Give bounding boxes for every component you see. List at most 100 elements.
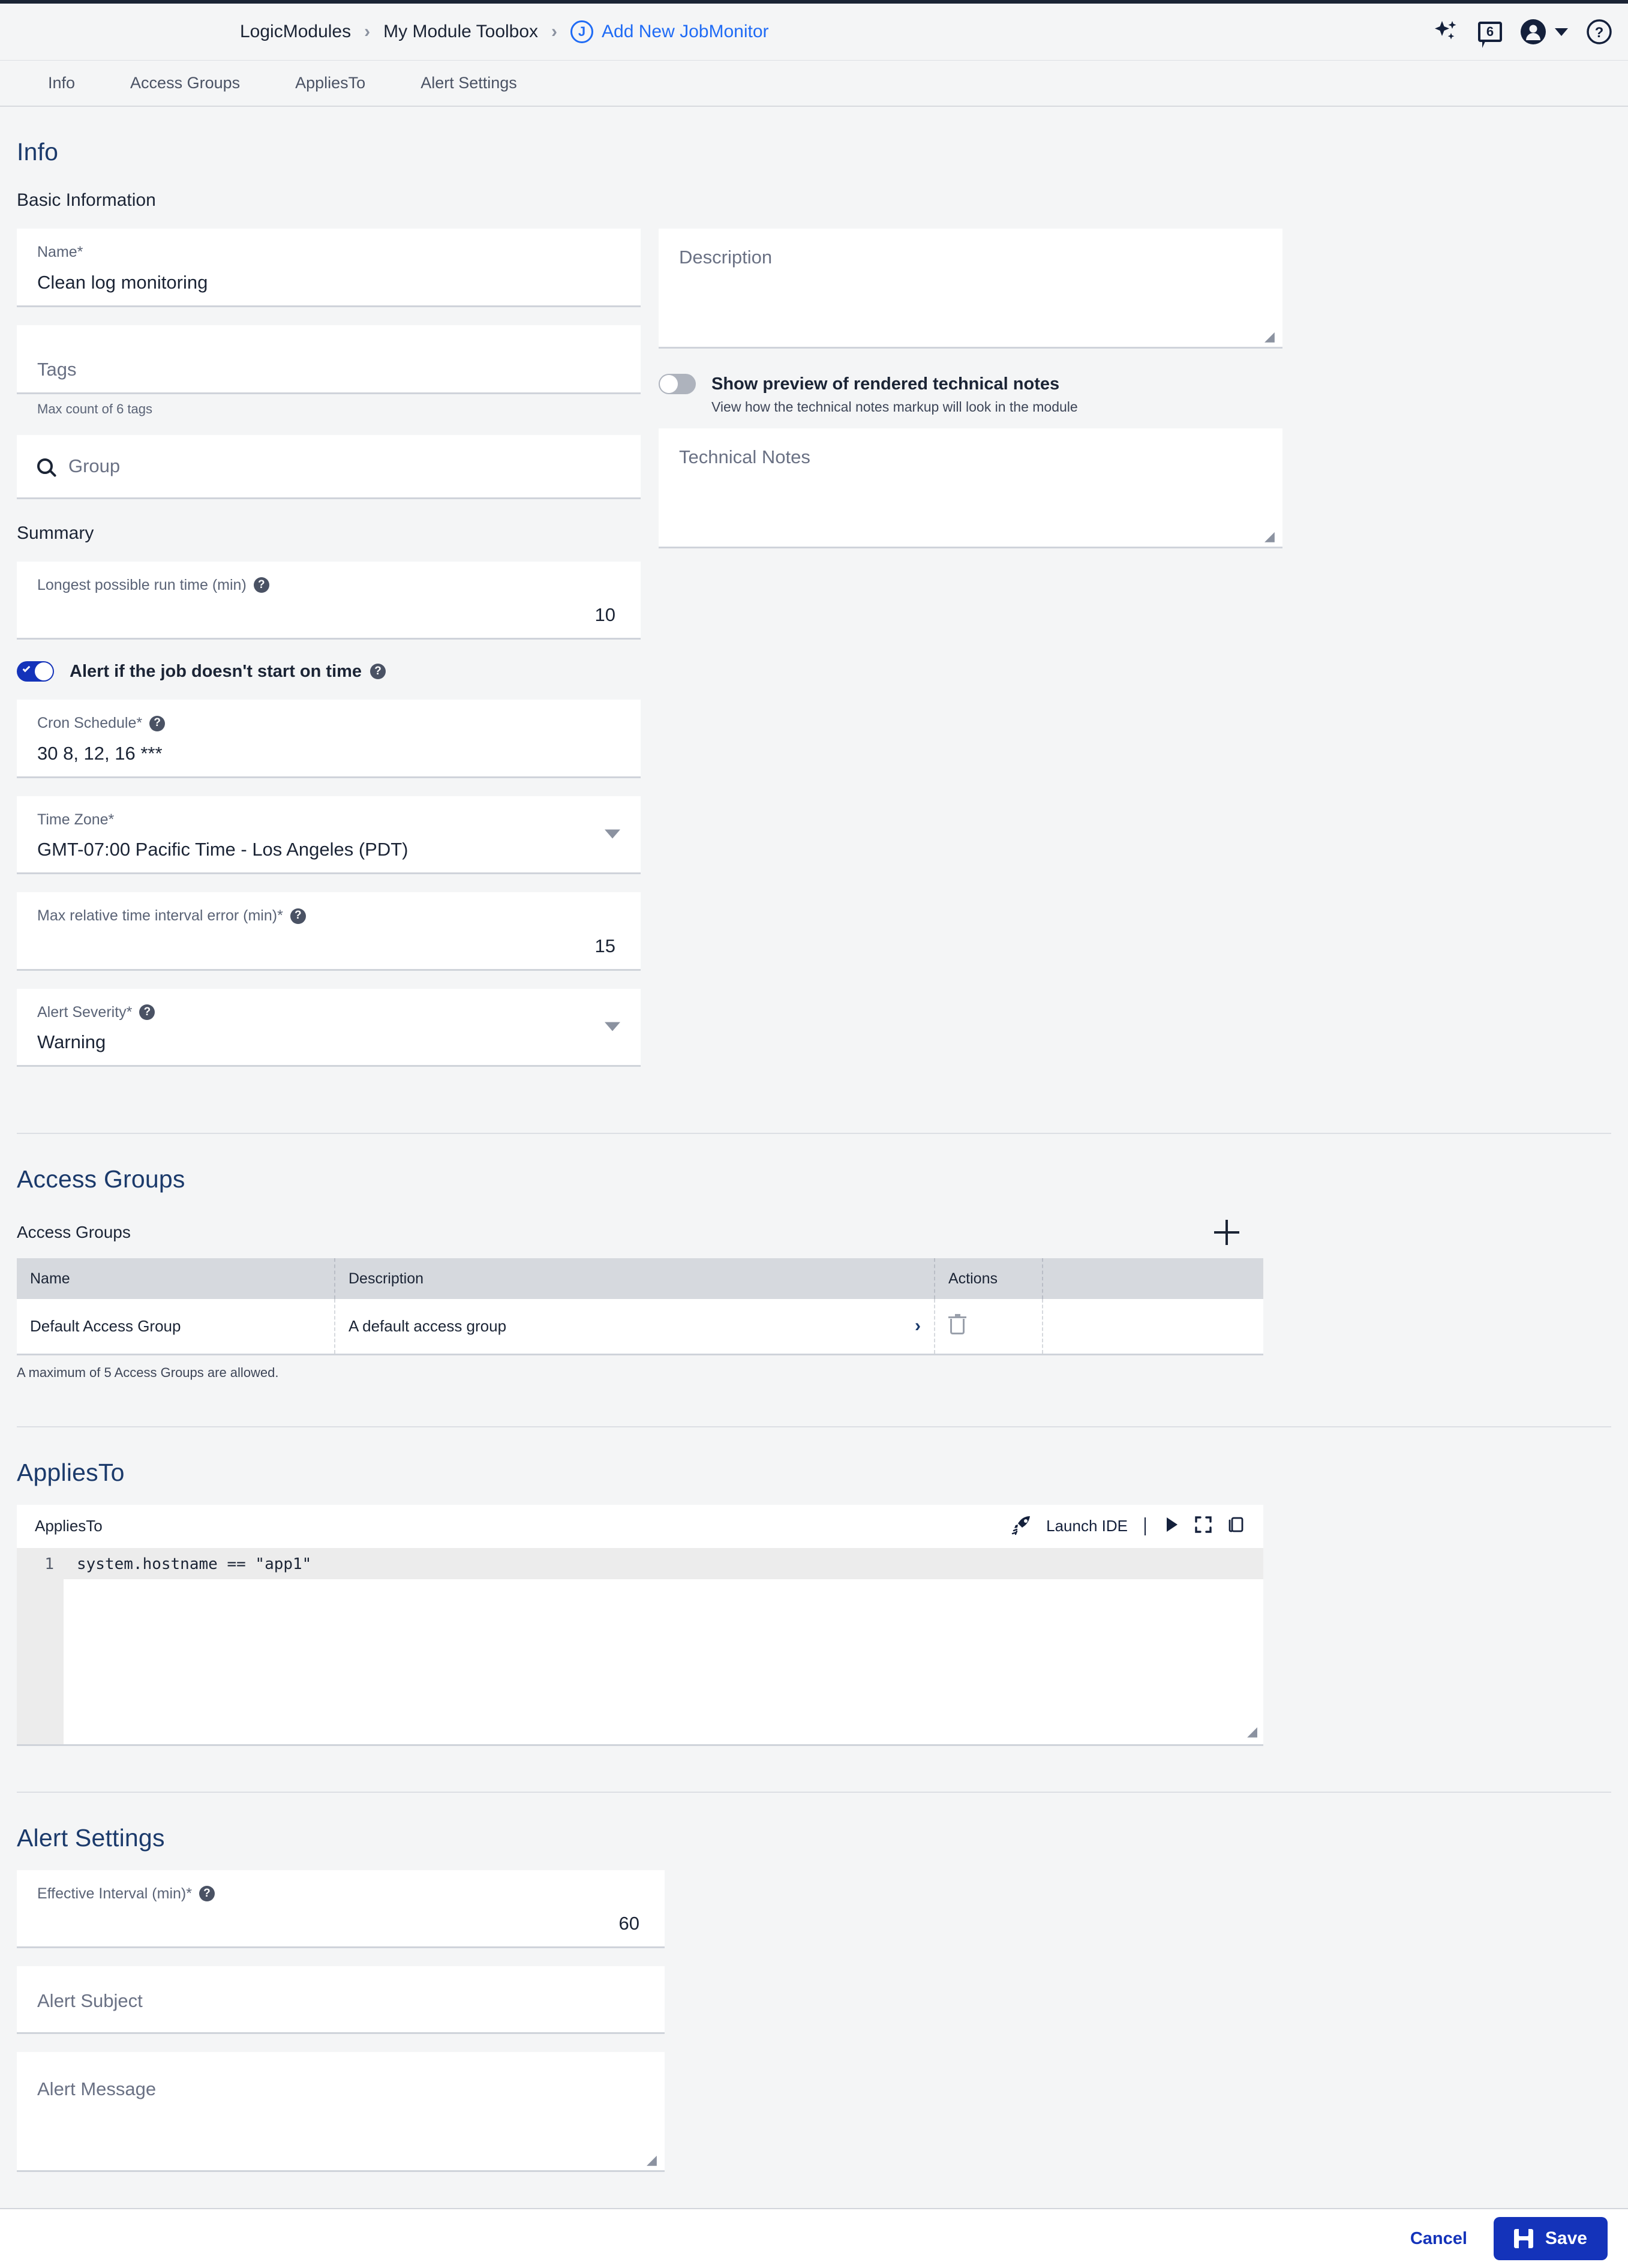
tab-applies-to[interactable]: AppliesTo <box>268 74 393 92</box>
name-label: Name* <box>37 244 83 260</box>
cell-actions <box>935 1299 1043 1355</box>
table-header-row: Name Description Actions <box>17 1258 1263 1299</box>
alert-severity-label: Alert Severity* ? <box>37 1004 620 1021</box>
save-button[interactable]: Save <box>1493 2217 1608 2260</box>
resize-handle-icon[interactable]: ◢ <box>647 2153 659 2167</box>
editor-label: AppliesTo <box>35 1517 103 1535</box>
notification-icon[interactable]: 6 <box>1478 22 1502 48</box>
alert-message-input[interactable]: Alert Message <box>37 2078 644 2100</box>
tags-helper-text: Max count of 6 tags <box>37 401 152 416</box>
breadcrumb-parent[interactable]: My Module Toolbox <box>383 22 538 42</box>
column-header-description: Description <box>335 1258 935 1299</box>
group-field[interactable]: Group <box>17 434 641 499</box>
toggle-knob <box>660 375 678 393</box>
tech-notes-preview-toggle[interactable] <box>659 374 696 394</box>
alert-settings-column: Effective Interval (min)* ? 60 Alert Sub… <box>17 1870 665 2172</box>
breadcrumb-root[interactable]: LogicModules <box>240 22 351 42</box>
resize-handle-icon[interactable]: ◢ <box>1247 1724 1257 1739</box>
breadcrumb-separator-2: › <box>551 22 558 41</box>
resize-handle-icon[interactable]: ◢ <box>1264 330 1276 343</box>
access-groups-table: Name Description Actions Default Access … <box>17 1258 1263 1355</box>
access-groups-table-header-row: Access Groups <box>17 1220 1611 1245</box>
group-input[interactable]: Group <box>68 455 120 477</box>
cancel-button[interactable]: Cancel <box>1410 2229 1467 2249</box>
longest-run-time-input[interactable]: 10 <box>37 604 620 627</box>
effective-interval-label: Effective Interval (min)* ? <box>37 1885 644 1903</box>
time-zone-label: Time Zone* <box>37 811 115 828</box>
max-interval-error-label-text: Max relative time interval error (min)* <box>37 907 283 924</box>
tags-field[interactable]: Tags <box>17 325 641 394</box>
table-row[interactable]: Default Access Group A default access gr… <box>17 1299 1263 1355</box>
cron-schedule-field[interactable]: Cron Schedule* ? 30 8, 12, 16 *** <box>17 700 641 778</box>
save-icon <box>1513 2229 1533 2248</box>
add-access-group-button[interactable] <box>1214 1220 1239 1245</box>
resize-handle-icon[interactable]: ◢ <box>1264 530 1276 543</box>
section-title-alert-settings: Alert Settings <box>17 1823 165 1852</box>
longest-run-time-label: Longest possible run time (min) ? <box>37 577 620 594</box>
alert-if-not-started-toggle[interactable] <box>17 661 54 682</box>
launch-ide-button[interactable]: Launch IDE <box>1046 1517 1128 1535</box>
delete-icon[interactable] <box>948 1313 966 1334</box>
info-left-column: Name* Clean log monitoring Tags Max coun… <box>17 211 641 1067</box>
alert-severity-select[interactable]: Warning <box>37 1031 620 1054</box>
help-icon[interactable]: ? <box>290 908 306 924</box>
time-zone-select[interactable]: GMT-07:00 Pacific Time - Los Angeles (PD… <box>37 839 620 862</box>
info-columns: Name* Clean log monitoring Tags Max coun… <box>17 211 1611 1067</box>
page-root: LogicModules › My Module Toolbox › J Add… <box>0 0 1628 2268</box>
max-interval-error-input[interactable]: 15 <box>37 935 620 958</box>
name-field[interactable]: Name* Clean log monitoring <box>17 229 641 307</box>
help-icon[interactable]: ? <box>199 1886 215 1902</box>
run-icon[interactable] <box>1163 1516 1181 1537</box>
name-input[interactable]: Clean log monitoring <box>37 272 620 295</box>
copy-icon[interactable] <box>1226 1515 1245 1537</box>
help-icon[interactable]: ? <box>139 1004 155 1021</box>
tab-access-groups[interactable]: Access Groups <box>103 74 268 92</box>
editor-body[interactable]: 1 system.hostname == "app1" ◢ <box>17 1547 1263 1746</box>
svg-text:?: ? <box>1595 25 1604 41</box>
tech-notes-preview-sublabel: View how the technical notes markup will… <box>711 399 1078 415</box>
breadcrumb: LogicModules › My Module Toolbox › J Add… <box>240 20 769 43</box>
fullscreen-icon[interactable] <box>1194 1515 1213 1537</box>
technical-notes-input[interactable]: Technical Notes <box>679 446 1262 468</box>
chevron-down-icon[interactable] <box>1555 28 1568 36</box>
code-line[interactable]: system.hostname == "app1" <box>64 1547 1263 1579</box>
alert-subject-field[interactable]: Alert Subject <box>17 1966 665 2034</box>
time-zone-field[interactable]: Time Zone* GMT-07:00 Pacific Time - Los … <box>17 796 641 874</box>
alert-severity-field[interactable]: Alert Severity* ? Warning <box>17 988 641 1067</box>
technical-notes-field[interactable]: Technical Notes ◢ <box>659 428 1282 548</box>
access-groups-table-title: Access Groups <box>17 1223 131 1241</box>
account-icon[interactable] <box>1520 19 1546 45</box>
alert-message-field[interactable]: Alert Message ◢ <box>17 2052 665 2172</box>
help-icon[interactable]: ? <box>1586 19 1612 45</box>
editor-toolbar: AppliesTo Launch IDE <box>17 1504 1263 1548</box>
cron-schedule-input[interactable]: 30 8, 12, 16 *** <box>37 743 620 766</box>
top-header: LogicModules › My Module Toolbox › J Add… <box>0 0 1628 60</box>
cell-blank <box>1043 1299 1263 1355</box>
chevron-down-icon[interactable] <box>605 1022 620 1031</box>
alert-subject-input[interactable]: Alert Subject <box>37 1990 644 2012</box>
help-icon[interactable]: ? <box>149 715 166 731</box>
help-icon[interactable]: ? <box>253 577 269 593</box>
section-title-info: Info <box>17 138 59 166</box>
chevron-down-icon[interactable] <box>605 829 620 839</box>
rocket-icon[interactable] <box>1011 1514 1033 1538</box>
effective-interval-field[interactable]: Effective Interval (min)* ? 60 <box>17 1870 665 1948</box>
tab-alert-settings[interactable]: Alert Settings <box>393 74 545 92</box>
sparkle-icon[interactable] <box>1434 20 1460 44</box>
longest-run-time-field[interactable]: Longest possible run time (min) ? 10 <box>17 561 641 640</box>
chevron-right-icon[interactable]: › <box>915 1317 921 1335</box>
account-menu[interactable] <box>1520 19 1568 45</box>
cell-name: Default Access Group <box>17 1299 335 1355</box>
description-input[interactable]: Description <box>679 247 1262 268</box>
effective-interval-input[interactable]: 60 <box>37 1913 644 1936</box>
breadcrumb-current: J Add New JobMonitor <box>570 20 769 43</box>
description-field[interactable]: Description ◢ <box>659 229 1282 349</box>
help-icon[interactable]: ? <box>370 664 386 679</box>
effective-interval-label-text: Effective Interval (min)* <box>37 1885 192 1902</box>
max-interval-error-field[interactable]: Max relative time interval error (min)* … <box>17 892 641 971</box>
tags-input[interactable]: Tags <box>37 359 620 382</box>
header-icon-group: 6 ? <box>1434 4 1612 60</box>
jobmonitor-badge-icon: J <box>570 20 594 43</box>
tab-info[interactable]: Info <box>20 74 103 92</box>
editor-code-area[interactable]: system.hostname == "app1" <box>64 1547 1263 1744</box>
